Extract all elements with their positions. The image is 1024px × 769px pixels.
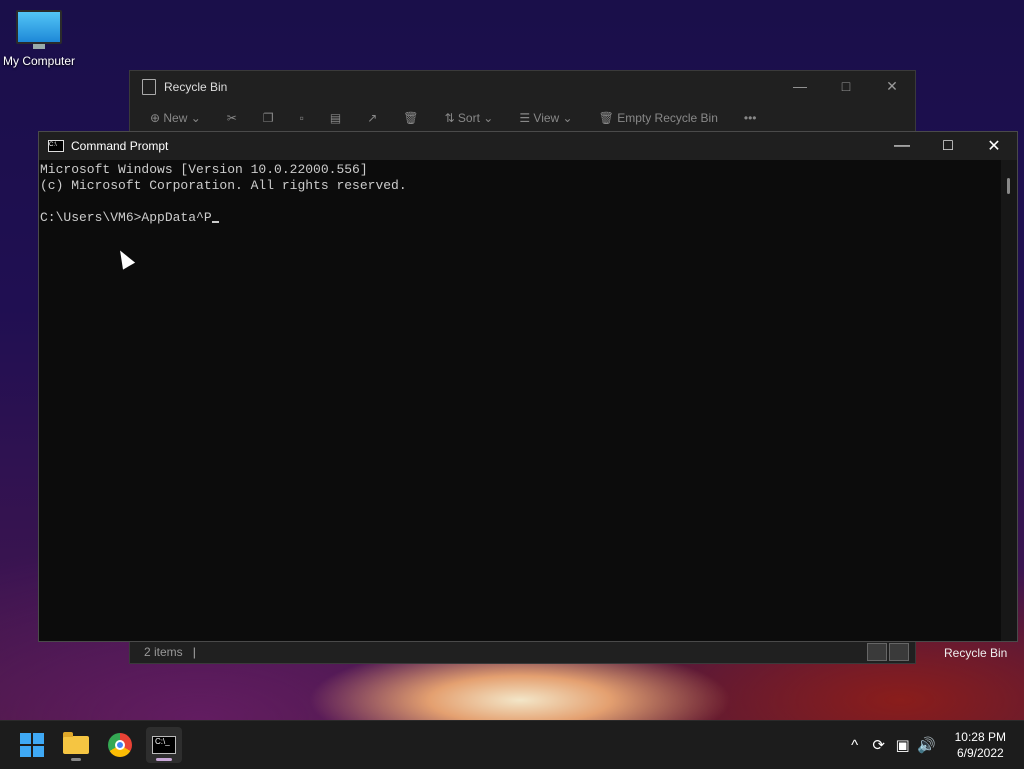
desktop-icon-label: Recycle Bin <box>944 646 1008 660</box>
start-button[interactable] <box>14 727 50 763</box>
minimize-button[interactable]: — <box>777 71 823 101</box>
empty-recycle-bin-button[interactable]: 🗑 Empty Recycle Bin <box>599 111 718 125</box>
command-prompt-titlebar[interactable]: C:\ Command Prompt — □ ✕ <box>39 132 1017 160</box>
running-indicator <box>71 758 81 761</box>
status-bar: 2 items | <box>130 641 915 663</box>
console-output[interactable]: Microsoft Windows [Version 10.0.22000.55… <box>39 160 1001 641</box>
console-line: Microsoft Windows [Version 10.0.22000.55… <box>40 162 368 177</box>
paste-icon[interactable]: ▫ <box>300 111 304 125</box>
sort-button[interactable]: ⇅ Sort ⌄ <box>445 111 494 125</box>
recycle-bin-toolbar: ⊕ New ⌄ ✂ ❐ ▫ ▤ ↗ 🗑 ⇅ Sort ⌄ ☰ View ⌄ 🗑 … <box>130 103 915 133</box>
network-icon[interactable]: ▣ <box>891 736 915 754</box>
folder-icon <box>63 732 89 754</box>
window-title: Command Prompt <box>71 139 169 153</box>
command-prompt-window: C:\ Command Prompt — □ ✕ Microsoft Windo… <box>38 131 1018 642</box>
vertical-scrollbar[interactable] <box>1001 160 1017 641</box>
console-line: ​ <box>40 194 1001 210</box>
tiles-view-button[interactable] <box>889 643 909 661</box>
maximize-button[interactable]: □ <box>925 132 971 160</box>
text-caret <box>211 221 219 223</box>
taskbar-command-prompt[interactable]: C:\_ <box>146 727 182 763</box>
volume-icon[interactable]: 🔊 <box>915 736 939 754</box>
cut-icon[interactable]: ✂ <box>227 111 237 125</box>
close-button[interactable]: ✕ <box>971 132 1017 160</box>
chrome-icon <box>108 733 132 757</box>
desktop-icon-label: My Computer <box>2 54 76 68</box>
recycle-bin-titlebar[interactable]: Recycle Bin — □ ✕ <box>130 71 915 103</box>
terminal-icon: C:\ <box>48 140 64 152</box>
clock[interactable]: 10:28 PM 6/9/2022 <box>955 729 1006 761</box>
minimize-button[interactable]: — <box>879 132 925 160</box>
new-button[interactable]: ⊕ New ⌄ <box>150 111 201 125</box>
taskbar: C:\_ ^ ⟳ ▣ 🔊 10:28 PM 6/9/2022 <box>0 720 1024 769</box>
active-indicator <box>156 758 172 761</box>
clock-time: 10:28 PM <box>954 730 1006 744</box>
status-separator: | <box>192 645 196 659</box>
console-line: (c) Microsoft Corporation. All rights re… <box>40 178 407 193</box>
system-tray: ^ ⟳ ▣ 🔊 10:28 PM 6/9/2022 <box>843 721 1024 769</box>
maximize-button[interactable]: □ <box>823 71 869 101</box>
recycle-bin-icon <box>142 79 156 95</box>
copy-icon[interactable]: ❐ <box>263 111 274 125</box>
taskbar-file-explorer[interactable] <box>58 727 94 763</box>
close-button[interactable]: ✕ <box>869 71 915 101</box>
rename-icon[interactable]: ▤ <box>330 111 341 125</box>
show-hidden-icons-button[interactable]: ^ <box>843 737 867 754</box>
delete-icon[interactable]: 🗑 <box>403 111 418 125</box>
computer-icon <box>16 10 62 49</box>
clock-date: 6/9/2022 <box>956 746 1004 760</box>
desktop-icon-my-computer[interactable]: My Computer <box>0 10 78 68</box>
console-prompt-line: C:\Users\VM6>AppData^P <box>40 210 1001 226</box>
windows-logo-icon <box>20 733 44 757</box>
item-count: 2 items <box>144 645 183 659</box>
scrollbar-thumb[interactable] <box>1007 178 1010 194</box>
sync-icon[interactable]: ⟳ <box>867 736 891 754</box>
share-icon[interactable]: ↗ <box>367 111 377 125</box>
console-line: C:\Users\VM6>AppData^P <box>40 210 212 225</box>
terminal-icon: C:\_ <box>152 736 176 754</box>
more-options-button[interactable]: ••• <box>744 111 757 125</box>
desktop-icon-recycle-bin[interactable]: Recycle Bin <box>944 646 1007 660</box>
taskbar-chrome[interactable] <box>102 727 138 763</box>
view-button[interactable]: ☰ View ⌄ <box>519 111 572 125</box>
details-view-button[interactable] <box>867 643 887 661</box>
window-title: Recycle Bin <box>164 80 228 94</box>
